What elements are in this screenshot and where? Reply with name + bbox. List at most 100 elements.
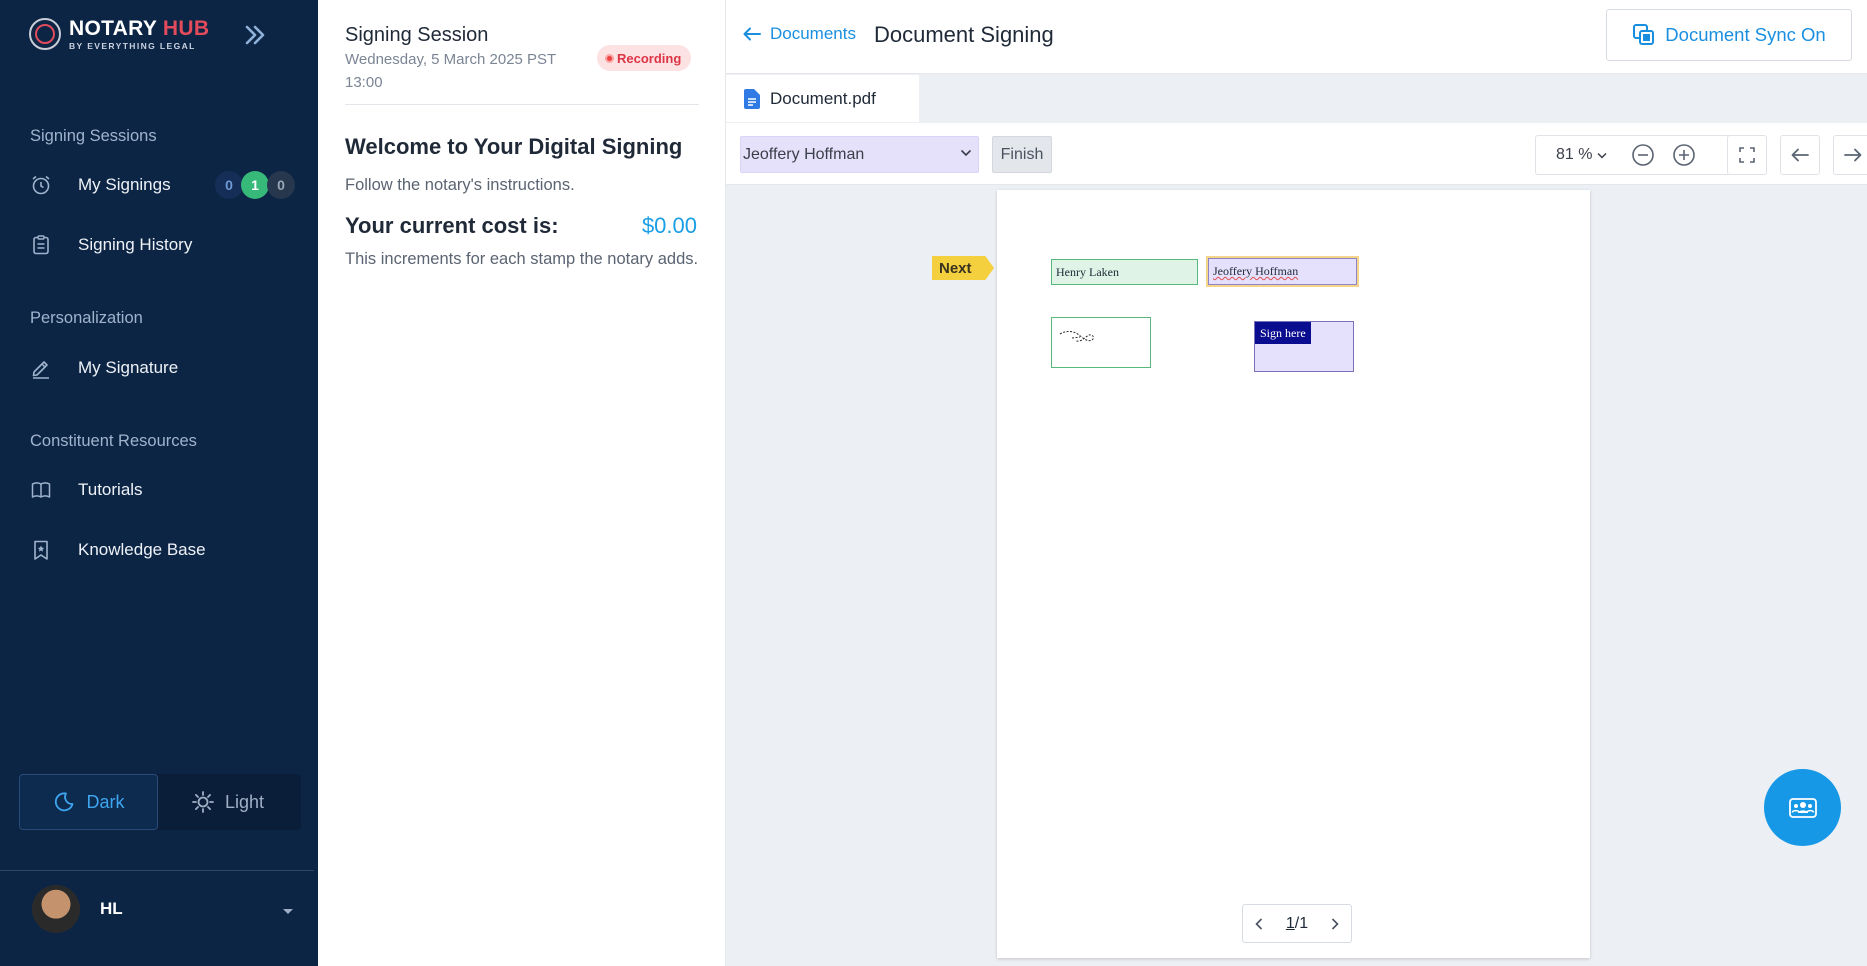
signer-selected-value: Jeoffery Hoffman — [743, 145, 865, 163]
theme-dark-button[interactable]: Dark — [19, 774, 158, 830]
zoom-out-button[interactable] — [1630, 142, 1656, 168]
sun-icon — [192, 791, 214, 813]
sidebar-collapse-button[interactable] — [238, 18, 272, 52]
avatar — [32, 885, 80, 933]
zoom-value: 81 % — [1556, 146, 1593, 163]
minus-circle-icon — [1632, 144, 1654, 166]
document-sync-button[interactable]: Document Sync On — [1606, 9, 1852, 61]
jeoffery-name-value: Jeoffery Hoffman — [1213, 264, 1299, 278]
pending-count-badge: 0 — [215, 171, 243, 199]
section-heading-signing-sessions: Signing Sessions — [30, 127, 157, 145]
moon-icon — [55, 792, 74, 812]
next-field-button[interactable] — [1833, 135, 1867, 175]
brand-main: NOTARY — [69, 17, 157, 40]
document-file-icon — [744, 88, 760, 109]
sync-copy-icon — [1633, 24, 1655, 45]
chevron-down-icon — [1597, 152, 1607, 159]
current-page[interactable]: 1 — [1286, 915, 1295, 932]
next-page-button[interactable] — [1331, 917, 1339, 930]
sidebar-item-label: My Signature — [78, 358, 179, 377]
arrow-right-icon — [1844, 148, 1862, 162]
tab-document-pdf[interactable]: Document.pdf — [726, 75, 919, 122]
document-page: Henry Laken Jeoffery Hoffman Sign here — [997, 190, 1590, 958]
fullscreen-button[interactable] — [1727, 135, 1767, 175]
sidebar-item-label: My Signings — [78, 175, 171, 194]
clipboard-icon — [30, 234, 52, 256]
next-field-flag[interactable]: Next — [932, 256, 994, 280]
signing-count-badges: 0 1 0 — [215, 171, 295, 199]
sidebar-item-tutorials[interactable]: Tutorials — [0, 467, 318, 513]
cost-label: Your current cost is: — [345, 213, 559, 238]
section-heading-personalization: Personalization — [30, 309, 143, 327]
henry-signature-field[interactable] — [1051, 317, 1151, 368]
theme-light-button[interactable]: Light — [158, 774, 297, 830]
page-indicator: 1/1 — [1286, 915, 1308, 933]
arrow-left-icon — [743, 27, 761, 41]
session-title: Signing Session — [345, 24, 489, 46]
recording-label: Recording — [617, 50, 682, 66]
recording-dot-icon — [605, 53, 614, 63]
pen-icon — [30, 357, 52, 379]
logo-seal-icon — [29, 18, 61, 51]
zoom-select[interactable]: 81 % — [1556, 146, 1607, 164]
user-menu[interactable]: HL — [32, 885, 294, 933]
plus-circle-icon — [1673, 144, 1695, 166]
recording-badge: Recording — [597, 45, 692, 71]
completed-count-badge: 0 — [267, 171, 295, 199]
cost-value: $0.00 — [641, 213, 697, 238]
finish-button[interactable]: Finish — [992, 136, 1052, 173]
sign-here-label: Sign here — [1255, 322, 1311, 344]
active-count-badge: 1 — [241, 171, 269, 199]
sidebar-item-label: Tutorials — [78, 480, 143, 499]
document-workspace: Documents Document Signing Document Sync… — [726, 0, 1867, 966]
caret-down-icon[interactable] — [282, 903, 294, 921]
document-toolbar: Jeoffery Hoffman Finish 81 % — [726, 123, 1867, 185]
participants-icon — [1788, 797, 1817, 818]
sidebar-item-label: Signing History — [78, 235, 193, 254]
session-date: Wednesday, 5 March 2025 PST 13:00 — [345, 51, 556, 91]
signing-session-panel: Signing Session Wednesday, 5 March 2025 … — [318, 0, 726, 966]
zoom-in-button[interactable] — [1671, 142, 1697, 168]
sidebar: NOTARY HUB BY EVERYTHING LEGAL Signing S… — [0, 0, 318, 966]
user-initials: HL — [100, 899, 123, 918]
chevron-right-icon — [1331, 917, 1339, 930]
back-label: Documents — [770, 24, 856, 43]
chevron-down-icon — [960, 149, 972, 157]
sidebar-item-my-signings[interactable]: My Signings 0 1 0 — [0, 162, 318, 208]
jeoffery-signature-field[interactable]: Sign here — [1254, 321, 1354, 372]
total-pages: 1 — [1299, 914, 1309, 932]
henry-name-value: Henry Laken — [1056, 264, 1119, 279]
cost-note: This increments for each stamp the notar… — [345, 250, 699, 268]
instructions-text: Follow the notary's instructions. — [345, 176, 575, 194]
bookmark-icon — [30, 539, 52, 561]
previous-page-button[interactable] — [1255, 917, 1263, 930]
sidebar-divider — [0, 870, 314, 871]
sync-label: Document Sync On — [1665, 24, 1826, 45]
back-to-documents-link[interactable]: Documents — [742, 24, 856, 44]
brand-sub: BY EVERYTHING LEGAL — [69, 41, 196, 51]
handwritten-signature — [1059, 331, 1094, 342]
section-heading-constituent-resources: Constituent Resources — [30, 432, 197, 450]
page-navigator: 1/1 — [1242, 904, 1352, 943]
page-title: Document Signing — [874, 22, 1054, 47]
alarm-clock-icon — [30, 174, 52, 196]
sidebar-item-label: Knowledge Base — [78, 540, 206, 559]
theme-light-label: Light — [224, 791, 265, 812]
chevron-left-icon — [1255, 917, 1263, 930]
signer-select[interactable]: Jeoffery Hoffman — [740, 136, 979, 173]
jeoffery-name-field[interactable]: Jeoffery Hoffman — [1208, 258, 1357, 285]
theme-switch: Dark Light — [19, 774, 301, 830]
logo[interactable]: NOTARY HUB BY EVERYTHING LEGAL — [29, 18, 209, 51]
previous-field-button[interactable] — [1780, 135, 1820, 175]
sidebar-item-signing-history[interactable]: Signing History — [0, 222, 318, 268]
henry-name-field[interactable]: Henry Laken — [1051, 259, 1198, 285]
sidebar-item-my-signature[interactable]: My Signature — [0, 345, 318, 391]
zoom-controls: 81 % — [1535, 135, 1731, 175]
sidebar-item-knowledge-base[interactable]: Knowledge Base — [0, 527, 318, 573]
brand-accent: HUB — [162, 17, 210, 40]
double-chevron-right-icon — [245, 25, 265, 45]
participants-button[interactable] — [1764, 769, 1841, 846]
tab-label: Document.pdf — [770, 88, 876, 108]
top-bar: Documents Document Signing Document Sync… — [726, 0, 1867, 74]
book-icon — [30, 479, 52, 501]
